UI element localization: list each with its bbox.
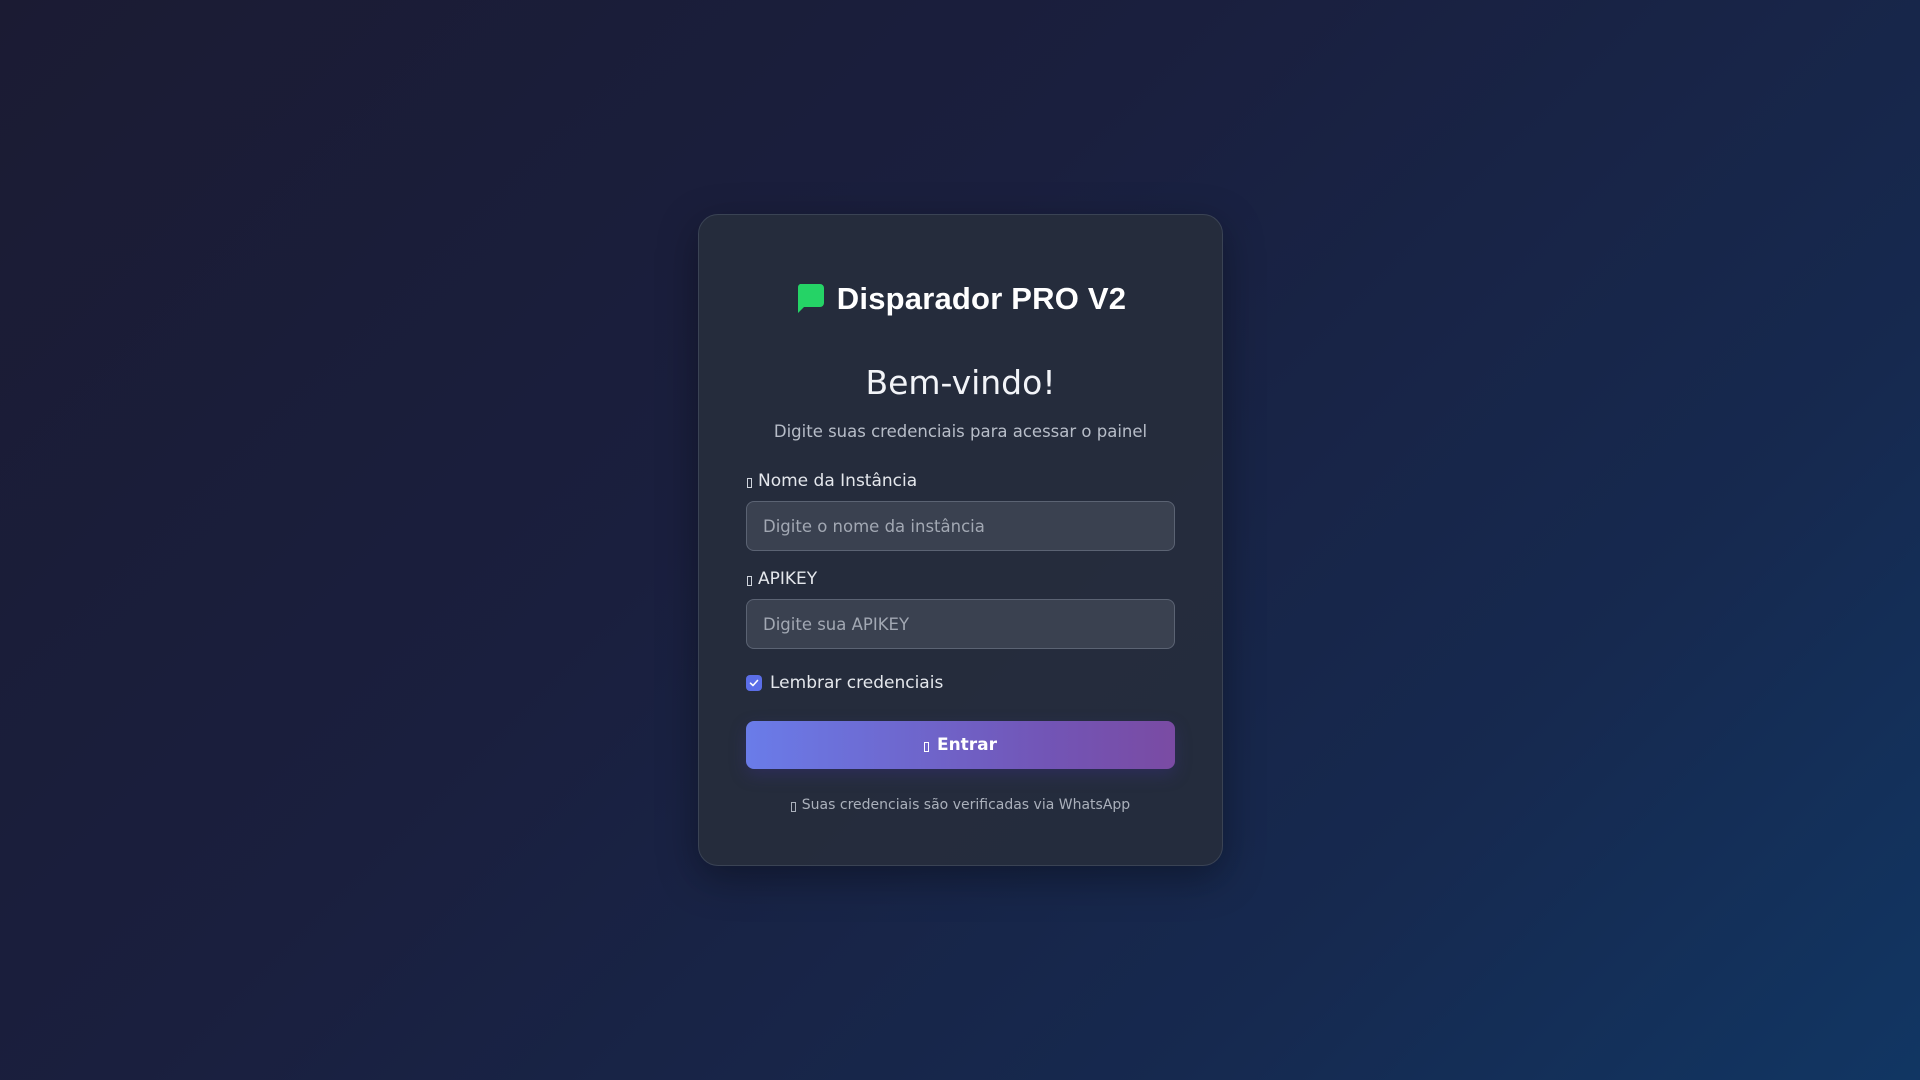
remember-credentials-checkbox[interactable]: Lembrar credenciais bbox=[746, 673, 943, 693]
sign-in-icon bbox=[923, 742, 929, 752]
login-subtitle: Digite suas credenciais para acessar o p… bbox=[773, 422, 1148, 441]
server-icon bbox=[747, 478, 752, 488]
checkbox-checked-icon[interactable] bbox=[746, 675, 762, 691]
apikey-label: APIKEY bbox=[747, 569, 817, 589]
login-card: Disparador PRO V2 Bem-vindo! Digite suas… bbox=[698, 214, 1223, 866]
instance-label-text: Nome da Instância bbox=[758, 471, 918, 491]
info-icon bbox=[790, 801, 796, 812]
brand-header: Disparador PRO V2 bbox=[699, 281, 1222, 317]
remember-label: Lembrar credenciais bbox=[770, 673, 944, 693]
instance-label: Nome da Instância bbox=[747, 471, 917, 491]
apikey-input[interactable] bbox=[746, 599, 1175, 649]
submit-label: Entrar bbox=[936, 735, 998, 755]
instance-name-input[interactable] bbox=[746, 501, 1175, 551]
chat-bubble-icon bbox=[797, 284, 824, 313]
verification-note-text: Suas credenciais são verificadas via Wha… bbox=[801, 797, 1131, 813]
key-icon bbox=[747, 576, 752, 586]
welcome-heading: Bem-vindo! bbox=[865, 363, 1056, 402]
login-submit-button[interactable]: Entrar bbox=[746, 721, 1175, 769]
apikey-label-text: APIKEY bbox=[758, 569, 818, 589]
app-title: Disparador PRO V2 bbox=[836, 281, 1127, 316]
verification-note: Suas credenciais são verificadas via Wha… bbox=[699, 797, 1222, 813]
